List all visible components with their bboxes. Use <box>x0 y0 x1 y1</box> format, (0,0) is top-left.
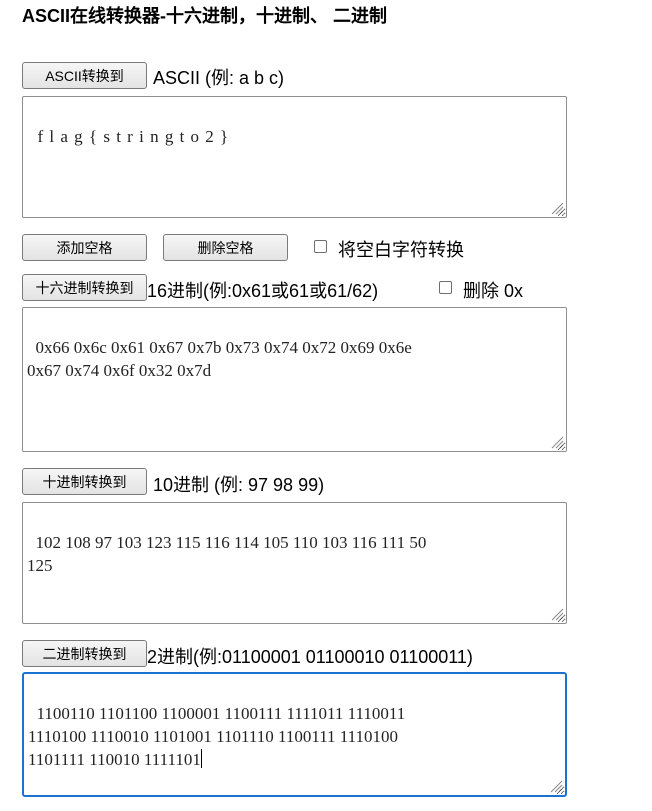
hex-convert-button[interactable]: 十六进制转换到 <box>22 274 147 301</box>
add-spaces-button[interactable]: 添加空格 <box>22 234 147 261</box>
convert-whitespace-label: 将空白字符转换 <box>338 240 464 260</box>
dec-label: 10进制 (例: 97 98 99) <box>153 475 325 495</box>
resize-grip-icon[interactable] <box>548 605 564 621</box>
hex-value: 0x66 0x6c 0x61 0x67 0x7b 0x73 0x74 0x72 … <box>27 338 412 380</box>
resize-grip-icon[interactable] <box>547 777 563 793</box>
ascii-convert-button[interactable]: ASCII转换到 <box>22 62 147 89</box>
ascii-value: f l a g { s t r i n g t o 2 } <box>37 127 230 146</box>
ascii-label: ASCII (例: a b c) <box>153 68 285 88</box>
page-title: ASCII在线转换器-十六进制，十进制、 二进制 <box>22 6 387 26</box>
resize-grip-icon[interactable] <box>548 199 564 215</box>
ascii-textarea[interactable]: f l a g { s t r i n g t o 2 } <box>22 96 567 218</box>
hex-textarea[interactable]: 0x66 0x6c 0x61 0x67 0x7b 0x73 0x74 0x72 … <box>22 307 567 452</box>
hex-label: 16进制(例:0x61或61或61/62) <box>147 281 379 301</box>
remove-spaces-button[interactable]: 删除空格 <box>163 234 288 261</box>
dec-convert-button[interactable]: 十进制转换到 <box>22 468 147 495</box>
dec-value: 102 108 97 103 123 115 116 114 105 110 1… <box>27 533 427 575</box>
bin-convert-button[interactable]: 二进制转换到 <box>22 640 147 667</box>
resize-grip-icon[interactable] <box>548 433 564 449</box>
remove-0x-label: 删除 0x <box>463 281 524 301</box>
dec-textarea[interactable]: 102 108 97 103 123 115 116 114 105 110 1… <box>22 502 567 624</box>
bin-textarea[interactable]: 1100110 1101100 1100001 1100111 1111011 … <box>22 672 567 797</box>
text-cursor <box>200 749 202 768</box>
remove-0x-checkbox[interactable] <box>439 281 452 294</box>
bin-label: 2进制(例:01100001 01100010 01100011) <box>147 647 473 667</box>
convert-whitespace-checkbox[interactable] <box>314 240 327 253</box>
bin-value: 1100110 1101100 1100001 1100111 1111011 … <box>28 704 406 769</box>
